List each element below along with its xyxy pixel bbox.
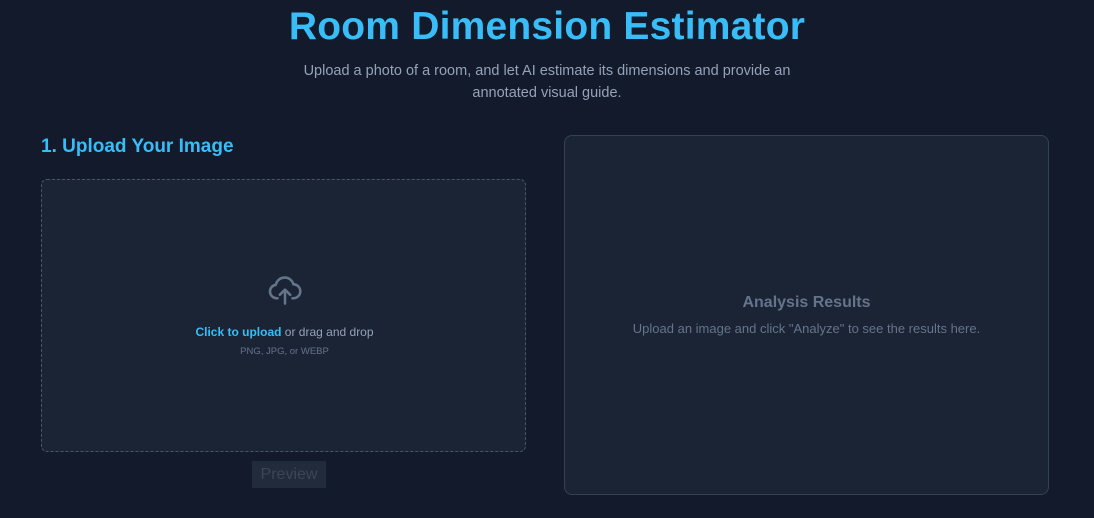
results-panel: Analysis Results Upload an image and cli… xyxy=(564,135,1049,495)
preview-button[interactable]: Preview xyxy=(252,461,326,488)
page-title: Room Dimension Estimator xyxy=(288,5,806,48)
app-page: Room Dimension Estimator Upload a photo … xyxy=(0,0,1094,518)
drag-drop-text: or drag and drop xyxy=(281,325,374,339)
upload-instructions: Click to upload or drag and drop xyxy=(42,324,527,340)
upload-section-title: 1. Upload Your Image xyxy=(41,136,234,157)
upload-dropzone[interactable]: Click to upload or drag and drop PNG, JP… xyxy=(41,179,526,452)
page-subtitle: Upload a photo of a room, and let AI est… xyxy=(303,63,791,101)
cloud-upload-icon xyxy=(268,276,302,305)
results-title: Analysis Results xyxy=(742,294,871,311)
click-to-upload-link[interactable]: Click to upload xyxy=(195,325,281,339)
results-placeholder-text: Upload an image and click "Analyze" to s… xyxy=(632,321,981,336)
file-types-hint: PNG, JPG, or WEBP xyxy=(240,346,329,357)
